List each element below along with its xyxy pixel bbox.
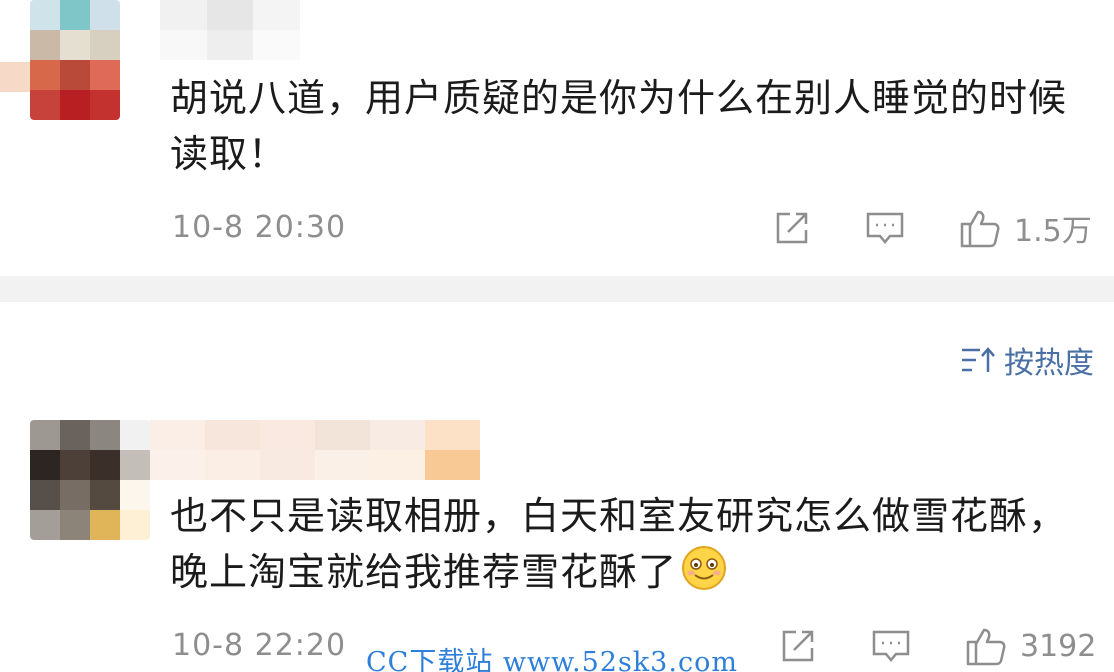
smiling-face-emoji (682, 546, 727, 590)
comment-actions: 1.5万 (772, 206, 1092, 250)
avatar-edge (0, 62, 30, 92)
comment-actions: 3192 (778, 624, 1096, 668)
section-divider (0, 276, 1114, 302)
comment-card (0, 302, 1114, 672)
like-button[interactable]: 1.5万 (958, 206, 1092, 250)
comment-text: 胡说八道，用户质疑的是你为什么在别人睡觉的时候读取！ (170, 76, 1068, 176)
like-count: 3192 (1020, 628, 1097, 664)
share-button[interactable] (772, 208, 812, 248)
comment-text: 也不只是读取相册，白天和室友研究怎么做雪花酥，晚上淘宝就给我推荐雪花酥了 (170, 488, 1070, 600)
avatar[interactable] (30, 420, 150, 540)
username-blurred[interactable] (160, 0, 300, 60)
comment-time: 10-8 20:30 (172, 210, 347, 245)
comment-icon (872, 630, 910, 662)
share-icon (776, 212, 808, 244)
comment-icon (866, 212, 904, 244)
share-button[interactable] (778, 626, 818, 666)
thumbs-up-icon (960, 210, 1000, 248)
username-blurred[interactable] (150, 420, 480, 480)
comment-text-content: 也不只是读取相册，白天和室友研究怎么做雪花酥，晚上淘宝就给我推荐雪花酥了 (170, 494, 1068, 594)
like-button[interactable]: 3192 (964, 624, 1096, 668)
reply-button[interactable] (870, 626, 912, 666)
share-icon (782, 630, 814, 662)
comment-time: 10-8 22:20 (172, 628, 347, 663)
like-count: 1.5万 (1014, 214, 1092, 249)
comment-card: 胡说八道，用户质疑的是你为什么在别人睡觉的时候读取！ 10-8 20:30 1.… (0, 0, 1114, 276)
reply-button[interactable] (864, 208, 906, 248)
avatar[interactable] (30, 0, 120, 120)
watermark-text: CC下载站 www.52sk3.com (362, 640, 742, 672)
thumbs-up-icon (966, 628, 1006, 666)
